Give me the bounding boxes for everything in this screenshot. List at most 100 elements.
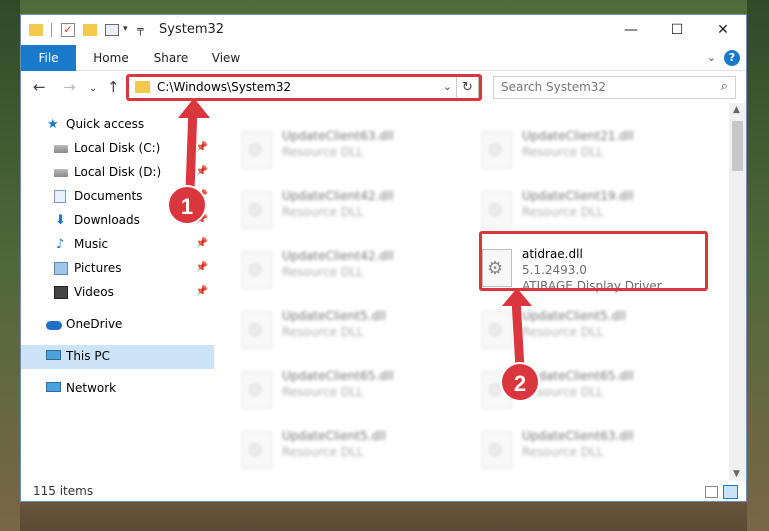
sidebar-item-network[interactable]: Network [21,377,214,401]
vertical-scrollbar[interactable]: ▲ ▼ [729,103,746,481]
refresh-icon[interactable]: ↻ [456,77,478,98]
file-item[interactable]: UpdateClient63.dll Resource DLL [476,425,706,477]
up-arrow-icon[interactable]: ↑ [107,79,120,95]
file-name: UpdateClient65.dll [282,369,394,383]
help-icon[interactable]: ? [724,50,740,66]
search-icon[interactable]: ⌕ [721,79,728,94]
sidebar-item-label: Videos [74,285,114,299]
pin-icon: 📌 [195,166,208,177]
step-2-badge: 2 [500,362,540,402]
dll-file-icon [482,191,512,229]
qat-dropdown-icon[interactable]: ▾ [123,24,128,40]
file-type: Resource DLL [282,385,364,399]
tiles-view-icon[interactable] [723,485,738,499]
dll-file-icon [482,131,512,169]
explorer-window: ✓ ▾ ╤ System32 — ☐ ✕ File Home Share Vie… [20,14,747,502]
file-name: UpdateClient42.dll [282,249,394,263]
sidebar-item-this-pc[interactable]: This PC [21,345,214,369]
file-name: UpdateClient19.dll [522,189,634,203]
sidebar-item-label: Network [66,381,117,395]
dll-file-icon [482,249,512,287]
sidebar-item-label: Music [74,237,109,251]
sidebar-item-local-disk-d[interactable]: Local Disk (D:) 📌 [21,161,214,185]
desktop-background-right [747,0,769,531]
sidebar-item-pictures[interactable]: Pictures 📌 [21,257,214,281]
drive-icon [54,145,68,153]
address-dropdown-icon[interactable]: ⌄ [443,80,452,93]
file-type: Resource DLL [522,145,604,159]
recent-locations-icon[interactable]: ⌄ [89,81,97,97]
sidebar-item-label: This PC [66,349,110,363]
tab-view[interactable]: View [207,45,245,71]
sidebar-item-label: Pictures [74,261,122,275]
sidebar-item-onedrive[interactable]: OneDrive [21,313,214,337]
desktop-background-left [0,0,20,531]
navigation-pane: ★ Quick access Local Disk (C:) 📌 Local D… [21,103,214,481]
file-item-atidrae-dll[interactable]: atidrae.dll 5.1.2493.0 ATIRAGE Display D… [476,243,706,295]
file-item[interactable]: UpdateClient5.dll Resource DLL [236,305,466,357]
sidebar-item-quick-access[interactable]: ★ Quick access [21,113,214,137]
dll-file-icon [242,311,272,349]
pin-icon: 📌 [195,286,208,297]
details-view-icon[interactable] [705,486,718,498]
sidebar-item-local-disk-c[interactable]: Local Disk (C:) 📌 [21,137,214,161]
folder-icon[interactable] [29,24,43,36]
close-button[interactable]: ✕ [700,15,746,45]
pin-icon: 📌 [195,142,208,153]
music-icon: ♪ [56,237,65,252]
file-name: UpdateClient5.dll [282,429,386,443]
minimize-button[interactable]: — [608,15,654,45]
pin-icon: 📌 [195,262,208,273]
file-name: UpdateClient5.dll [522,309,626,323]
network-icon [46,382,61,392]
tab-share[interactable]: Share [149,45,193,71]
file-name: UpdateClient5.dll [282,309,386,323]
back-arrow-icon[interactable]: ← [33,79,46,95]
expand-ribbon-icon[interactable]: ⌄ [707,51,716,64]
search-box[interactable]: Search System32 ⌕ [493,76,736,99]
sidebar-item-label: Downloads [74,213,140,227]
customize-qat-icon[interactable]: ╤ [137,23,144,39]
tab-home[interactable]: Home [89,45,133,71]
file-item[interactable]: UpdateClient63.dll Resource DLL [236,125,466,177]
address-path[interactable]: C:\Windows\System32 [157,80,291,94]
sidebar-item-videos[interactable]: Videos 📌 [21,281,214,305]
sidebar-item-label: Local Disk (D:) [74,165,162,179]
file-type: Resource DLL [522,205,604,219]
navigation-bar: ← → ⌄ ↑ C:\Windows\System32 ⌄ ↻ Search S… [21,71,746,103]
search-input[interactable]: Search System32 [501,80,606,94]
properties-check-icon[interactable]: ✓ [61,23,75,37]
file-list: UpdateClient63.dll Resource DLL UpdateCl… [214,103,729,481]
file-item[interactable]: UpdateClient21.dll Resource DLL [476,125,706,177]
file-type: Resource DLL [522,325,604,339]
file-item[interactable]: UpdateClient65.dll Resource DLL [236,365,466,417]
documents-icon [54,190,66,203]
ribbon-tabs: File Home Share View ⌄ ? [21,45,746,71]
file-item[interactable]: UpdateClient5.dll Resource DLL [236,425,466,477]
scroll-up-icon[interactable]: ▲ [733,105,740,115]
maximize-button[interactable]: ☐ [654,15,700,45]
scroll-down-icon[interactable]: ▼ [733,469,740,479]
file-type: Resource DLL [282,265,364,279]
sidebar-item-music[interactable]: ♪ Music 📌 [21,233,214,257]
dll-file-icon [482,431,512,469]
address-bar[interactable]: C:\Windows\System32 ⌄ ↻ [128,76,479,99]
file-item[interactable]: UpdateClient19.dll Resource DLL [476,185,706,237]
file-type: Resource DLL [522,445,604,459]
title-bar: ✓ ▾ ╤ System32 — ☐ ✕ [21,15,746,45]
file-item[interactable]: UpdateClient42.dll Resource DLL [236,245,466,297]
new-folder-icon[interactable] [83,24,97,36]
sidebar-item-label: Documents [74,189,143,203]
videos-icon [54,286,68,299]
dll-file-icon [242,371,272,409]
file-item[interactable]: UpdateClient42.dll Resource DLL [236,185,466,237]
file-item[interactable]: UpdateClient5.dll Resource DLL [476,305,706,357]
dll-file-icon [242,131,272,169]
file-name: UpdateClient42.dll [282,189,394,203]
tab-file[interactable]: File [21,45,76,71]
dll-file-icon [242,191,272,229]
scrollbar-thumb[interactable] [732,121,743,171]
rename-icon[interactable] [105,24,119,36]
downloads-icon: ⬇ [55,213,66,228]
forward-arrow-icon[interactable]: → [63,79,76,95]
